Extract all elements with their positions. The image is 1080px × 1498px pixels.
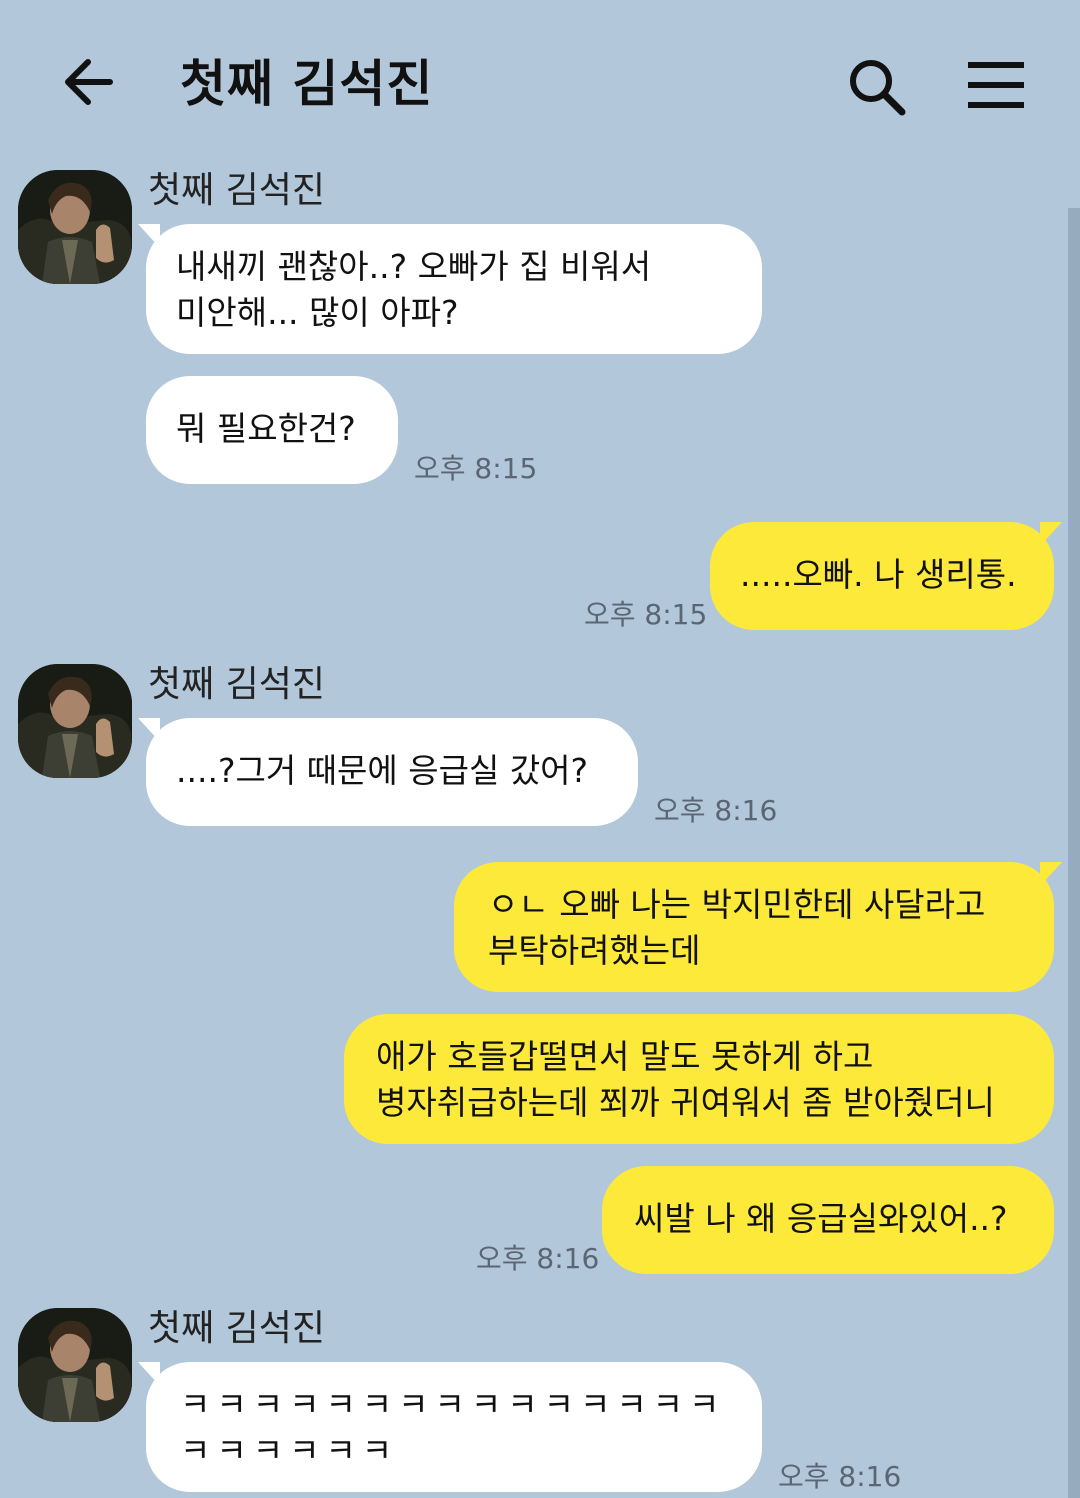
sender-name: 첫째 김석진 [148, 1308, 326, 1349]
chat-header: 첫째 김석진 [0, 0, 1080, 170]
menu-button[interactable] [968, 60, 1024, 110]
message-timestamp: 오후 8:16 [778, 1460, 902, 1493]
scrollbar[interactable] [1068, 208, 1080, 1498]
message-line: ㅇㄴ 오빠 나는 박지민한테 사달라고 [488, 885, 986, 924]
chat-title: 첫째 김석진 [180, 55, 434, 113]
message-bubble-incoming[interactable]: ....?그거 때문에 응급실 갔어? [138, 718, 638, 826]
search-button[interactable] [846, 56, 908, 118]
back-button[interactable] [58, 52, 118, 112]
profile-photo [18, 664, 132, 778]
message-timestamp: 오후 8:16 [654, 794, 778, 827]
message-bubble-incoming[interactable]: 뭐 필요한건? [146, 376, 398, 484]
message-text: 씨발 나 왜 응급실와있어..? [634, 1199, 1008, 1238]
message-line: 미안해... 많이 아파? [176, 293, 459, 332]
message-text: ....?그거 때문에 응급실 갔어? [176, 751, 589, 790]
avatar[interactable] [18, 664, 132, 778]
bubble-tail [138, 718, 160, 742]
message-line: 내새끼 괜찮아..? 오빠가 집 비워서 [176, 247, 652, 286]
message-line: ㅋㅋㅋㅋㅋㅋ [180, 1431, 399, 1470]
message-bubble-incoming[interactable]: ㅋㅋㅋㅋㅋㅋㅋㅋㅋㅋㅋㅋㅋㅋㅋ ㅋㅋㅋㅋㅋㅋ [138, 1362, 762, 1492]
bubble-tail [138, 1362, 160, 1386]
bubble-tail [138, 224, 160, 248]
sender-name: 첫째 김석진 [148, 664, 326, 705]
sender-name: 첫째 김석진 [148, 170, 326, 211]
arrow-left-icon [65, 59, 113, 105]
message-timestamp: 오후 8:15 [414, 452, 538, 485]
message-text: .....오빠. 나 생리통. [740, 555, 1017, 594]
bubble-tail [1040, 862, 1062, 886]
message-timestamp: 오후 8:16 [476, 1242, 600, 1275]
message-bubble-outgoing[interactable]: ㅇㄴ 오빠 나는 박지민한테 사달라고 부탁하려했는데 [454, 862, 1062, 992]
message-bubble-incoming[interactable]: 내새끼 괜찮아..? 오빠가 집 비워서 미안해... 많이 아파? [138, 224, 762, 354]
message-text: 뭐 필요한건? [176, 409, 356, 448]
message-bubble-outgoing[interactable]: 애가 호들갑떨면서 말도 못하게 하고 병자취급하는데 쬐까 귀여워서 좀 받아… [344, 1014, 1054, 1144]
profile-photo [18, 1308, 132, 1422]
hamburger-menu-icon [968, 62, 1024, 108]
message-bubble-outgoing[interactable]: 씨발 나 왜 응급실와있어..? [602, 1166, 1054, 1274]
bubble-tail [1040, 522, 1062, 546]
search-icon [850, 60, 906, 116]
message-line: ㅋㅋㅋㅋㅋㅋㅋㅋㅋㅋㅋㅋㅋㅋㅋ [180, 1385, 726, 1424]
message-timestamp: 오후 8:15 [584, 598, 708, 631]
profile-photo [18, 170, 132, 284]
message-line: 병자취급하는데 쬐까 귀여워서 좀 받아줬더니 [376, 1083, 995, 1122]
message-line: 애가 호들갑떨면서 말도 못하게 하고 [376, 1037, 874, 1076]
message-bubble-outgoing[interactable]: .....오빠. 나 생리통. [710, 522, 1062, 630]
message-line: 부탁하려했는데 [488, 931, 701, 970]
avatar[interactable] [18, 1308, 132, 1422]
avatar[interactable] [18, 170, 132, 284]
